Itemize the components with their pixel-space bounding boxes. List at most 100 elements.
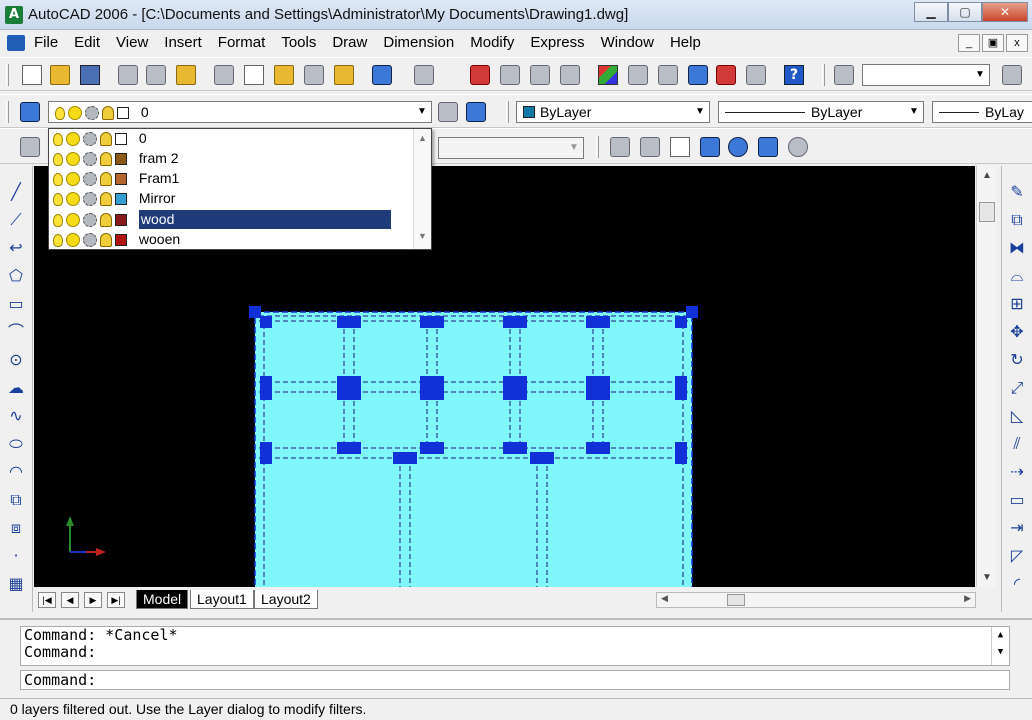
tab-layout2[interactable]: Layout2 xyxy=(254,590,318,609)
layer-thaw-icon[interactable] xyxy=(66,152,80,167)
gouraud-edges-icon[interactable] xyxy=(788,137,808,157)
layer-color-swatch[interactable] xyxy=(115,133,127,146)
rectangle-icon[interactable]: ▭ xyxy=(6,294,26,314)
grip[interactable] xyxy=(503,316,527,328)
make-object-layer-current-icon[interactable] xyxy=(438,102,458,122)
layer-previous-icon[interactable] xyxy=(466,102,486,122)
cut-icon[interactable] xyxy=(214,65,234,85)
lineweight-control-combo[interactable]: ByLay xyxy=(932,101,1032,123)
scroll-up-arrow-icon[interactable]: ▲ xyxy=(977,170,997,181)
sheet-set-icon[interactable] xyxy=(688,65,708,85)
layer-color-swatch[interactable] xyxy=(115,173,127,186)
grip[interactable] xyxy=(686,306,698,318)
zoom-realtime-icon[interactable] xyxy=(500,65,520,85)
layer-manager-icon[interactable] xyxy=(20,102,40,122)
toolbar-grip[interactable] xyxy=(596,136,599,158)
offset-icon[interactable]: ⌓ xyxy=(1007,266,1027,286)
layer-viewport-freeze-icon[interactable] xyxy=(85,106,99,121)
3d-wireframe-icon[interactable] xyxy=(640,137,660,157)
layer-states-icon[interactable] xyxy=(20,137,40,157)
redo-icon[interactable] xyxy=(414,65,434,85)
scroll-thumb[interactable] xyxy=(727,594,745,606)
toolbar-grip[interactable] xyxy=(6,64,9,86)
grip[interactable] xyxy=(337,316,361,328)
plot-style-combo[interactable]: ▼ xyxy=(438,137,584,159)
grip[interactable] xyxy=(420,376,444,400)
layer-control-combo[interactable]: 0 ▼ xyxy=(48,101,432,123)
layer-viewport-freeze-icon[interactable] xyxy=(83,172,97,187)
layer-unlock-icon[interactable] xyxy=(100,152,112,167)
maximize-button[interactable]: ▢ xyxy=(948,2,982,22)
next-tab-icon[interactable]: ▶ xyxy=(84,592,102,608)
chevron-down-icon[interactable]: ▼ xyxy=(565,138,583,158)
layer-on-icon[interactable] xyxy=(53,172,63,186)
grip[interactable] xyxy=(393,452,417,464)
text-style-icon[interactable] xyxy=(834,65,854,85)
layer-list-item[interactable]: Mirror xyxy=(53,189,409,208)
scale-icon[interactable]: ⤢ xyxy=(1007,378,1027,398)
circle-icon[interactable]: ⊙ xyxy=(6,350,26,370)
layer-on-icon[interactable] xyxy=(55,106,65,120)
trim-icon[interactable]: ⫽ xyxy=(1007,434,1027,454)
plot-preview-icon[interactable] xyxy=(146,65,166,85)
command-history-scrollbar[interactable]: ▲ ▼ xyxy=(991,627,1009,665)
layer-viewport-freeze-icon[interactable] xyxy=(83,152,97,167)
tab-layout1[interactable]: Layout1 xyxy=(190,590,254,609)
menu-draw[interactable]: Draw xyxy=(332,34,367,51)
paste-icon[interactable] xyxy=(274,65,294,85)
grip[interactable] xyxy=(675,376,687,400)
save-icon[interactable] xyxy=(80,65,100,85)
layer-thaw-icon[interactable] xyxy=(68,106,82,121)
toolbar-grip[interactable] xyxy=(822,64,825,86)
layer-list-item-selected[interactable]: wood xyxy=(53,210,409,229)
layer-on-icon[interactable] xyxy=(53,132,63,146)
grip[interactable] xyxy=(260,316,272,328)
doc-restore-button[interactable]: ▣ xyxy=(982,34,1004,52)
markup-icon[interactable] xyxy=(716,65,736,85)
flat-shaded-icon[interactable] xyxy=(700,137,720,157)
minimize-button[interactable]: ▁ xyxy=(914,2,948,22)
block-editor-icon[interactable] xyxy=(334,65,354,85)
layer-list-item[interactable]: wooen xyxy=(53,230,409,249)
flat-shaded-edges-icon[interactable] xyxy=(758,137,778,157)
line-icon[interactable]: ╱ xyxy=(6,182,26,202)
grip[interactable] xyxy=(420,316,444,328)
zoom-previous-icon[interactable] xyxy=(560,65,580,85)
copy-icon[interactable]: ⧉ xyxy=(1007,210,1027,230)
array-icon[interactable]: ⊞ xyxy=(1007,294,1027,314)
layer-color-swatch[interactable] xyxy=(115,193,127,206)
grip[interactable] xyxy=(530,452,554,464)
layer-list-item[interactable]: Fram1 xyxy=(53,169,409,188)
gouraud-shaded-icon[interactable] xyxy=(728,137,748,157)
menu-dimension[interactable]: Dimension xyxy=(383,34,454,51)
scroll-up-arrow-icon[interactable]: ▲ xyxy=(414,133,431,143)
drawing-vertical-scrollbar[interactable]: ▲ ▼ xyxy=(976,166,996,587)
scroll-down-arrow-icon[interactable]: ▼ xyxy=(414,231,431,241)
layer-on-icon[interactable] xyxy=(53,192,63,206)
undo-icon[interactable] xyxy=(372,65,392,85)
layer-viewport-freeze-icon[interactable] xyxy=(83,192,97,207)
menu-insert[interactable]: Insert xyxy=(164,34,202,51)
prev-tab-icon[interactable]: ◀ xyxy=(61,592,79,608)
doc-minimize-button[interactable]: _ xyxy=(958,34,980,52)
grip[interactable] xyxy=(260,442,272,464)
rotate-icon[interactable]: ↻ xyxy=(1007,350,1027,370)
menu-help[interactable]: Help xyxy=(670,34,701,51)
frame-outline[interactable] xyxy=(254,311,693,587)
chevron-down-icon[interactable]: ▼ xyxy=(413,102,431,122)
ellipse-icon[interactable]: ⬭ xyxy=(6,434,26,454)
doc-close-button[interactable]: x xyxy=(1006,34,1028,52)
layer-thaw-icon[interactable] xyxy=(66,172,80,187)
first-tab-icon[interactable]: |◀ xyxy=(38,592,56,608)
autocad-app-icon[interactable]: A xyxy=(5,6,23,24)
design-center-icon[interactable] xyxy=(628,65,648,85)
close-button[interactable]: ✕ xyxy=(982,2,1028,22)
grip[interactable] xyxy=(586,376,610,400)
layer-color-swatch[interactable] xyxy=(115,234,127,247)
copy-clip-icon[interactable] xyxy=(244,65,264,85)
layer-thaw-icon[interactable] xyxy=(66,233,80,248)
spline-icon[interactable]: ∿ xyxy=(6,406,26,426)
last-tab-icon[interactable]: ▶| xyxy=(107,592,125,608)
publish-icon[interactable] xyxy=(176,65,196,85)
join-icon[interactable]: ⇥ xyxy=(1007,518,1027,538)
